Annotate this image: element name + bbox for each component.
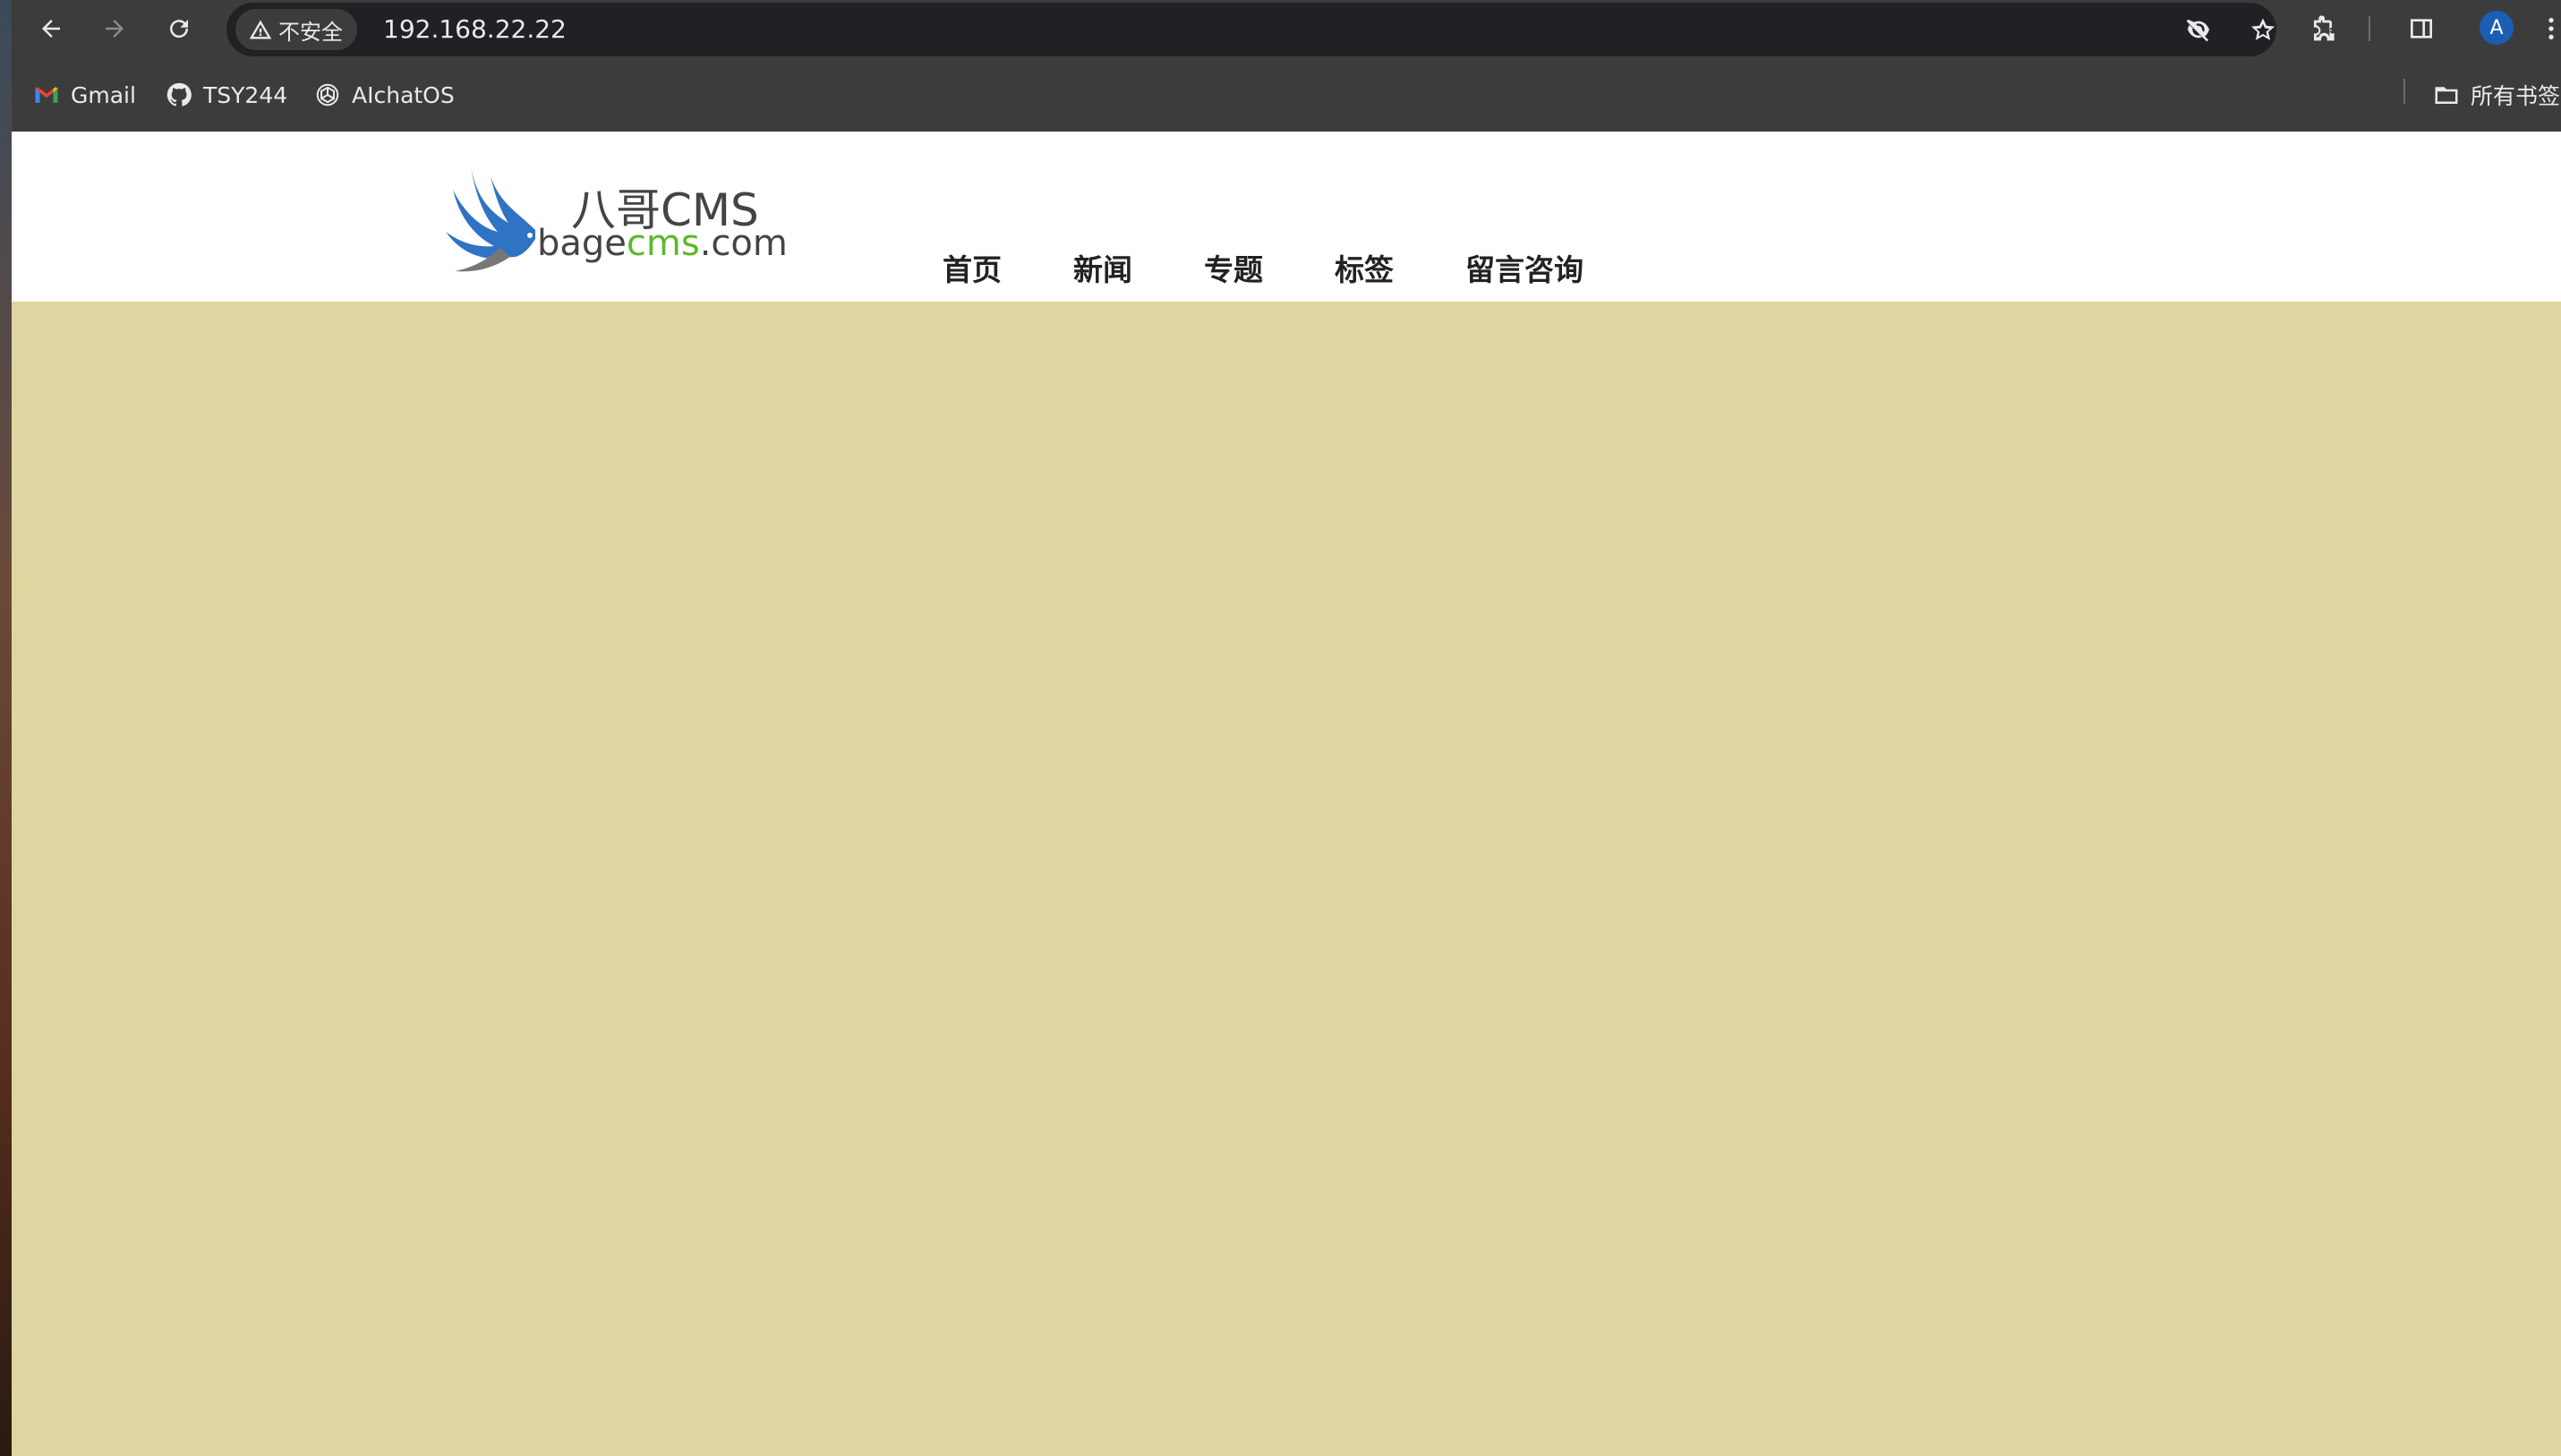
eye-slash-icon bbox=[2186, 19, 2209, 42]
bookmarks-bar: Gmail TSY244 AIchatOS 所有书签 bbox=[12, 57, 2561, 132]
security-label: 不安全 bbox=[278, 19, 343, 45]
reload-button[interactable] bbox=[159, 9, 199, 48]
more-menu-button[interactable] bbox=[2541, 9, 2561, 48]
toolbar-divider bbox=[2369, 16, 2370, 41]
site-logo[interactable]: 八哥CMS bagecms.com bbox=[437, 149, 788, 275]
logo-domain-prefix: bage bbox=[537, 223, 627, 264]
bookmark-label: Gmail bbox=[71, 81, 136, 108]
bookmarks-divider bbox=[2403, 79, 2405, 104]
side-panel-icon bbox=[2411, 19, 2432, 38]
nav-news[interactable]: 新闻 bbox=[1073, 246, 1132, 291]
page-content-area bbox=[12, 302, 2561, 1456]
address-bar[interactable]: 不安全 192.168.22.22 bbox=[226, 3, 2276, 56]
back-icon bbox=[42, 20, 60, 38]
reload-icon bbox=[170, 20, 189, 38]
browser-toolbar: 不安全 192.168.22.22 A bbox=[12, 0, 2561, 57]
bookmark-gmail[interactable]: Gmail bbox=[33, 77, 136, 113]
all-bookmarks-label: 所有书签 bbox=[2471, 83, 2561, 109]
nav-home[interactable]: 首页 bbox=[943, 246, 1002, 291]
profile-avatar[interactable]: A bbox=[2480, 11, 2514, 45]
bookmark-star-button[interactable] bbox=[2245, 12, 2281, 47]
nav-topics[interactable]: 专题 bbox=[1204, 246, 1263, 291]
more-icon bbox=[2548, 18, 2554, 39]
web-page: 八哥CMS bagecms.com 首页 新闻 专题 标签 留言咨询 bbox=[12, 132, 2561, 1456]
bird-logo-icon bbox=[446, 167, 535, 272]
nav-tags[interactable]: 标签 bbox=[1335, 246, 1394, 291]
logo-domain-accent: cms bbox=[626, 223, 700, 264]
browser-chrome: 不安全 192.168.22.22 A Gmail TSY244 AIchatO… bbox=[12, 0, 2561, 132]
logo-domain-suffix: .com bbox=[699, 223, 788, 264]
side-panel-button[interactable] bbox=[2402, 9, 2441, 48]
back-button[interactable] bbox=[31, 9, 71, 48]
all-bookmarks[interactable]: 所有书签 bbox=[2433, 77, 2560, 113]
extensions-icon bbox=[2314, 15, 2335, 41]
logo-domain: bagecms.com bbox=[537, 223, 788, 264]
desktop-edge bbox=[0, 0, 12, 1456]
github-icon bbox=[166, 81, 192, 108]
bookmark-label: AIchatOS bbox=[352, 81, 455, 108]
star-icon bbox=[2250, 18, 2275, 40]
bookmark-tsy244[interactable]: TSY244 bbox=[166, 77, 287, 113]
nav-guestbook[interactable]: 留言咨询 bbox=[1465, 246, 1584, 291]
extensions-button[interactable] bbox=[2305, 9, 2344, 48]
forward-button[interactable] bbox=[95, 9, 134, 48]
gmail-icon bbox=[33, 81, 60, 108]
folder-icon bbox=[2433, 81, 2460, 108]
openai-icon bbox=[314, 81, 341, 108]
site-header: 八哥CMS bagecms.com 首页 新闻 专题 标签 留言咨询 bbox=[12, 132, 2561, 302]
bookmark-aichatos[interactable]: AIchatOS bbox=[314, 77, 455, 113]
security-chip[interactable]: 不安全 bbox=[235, 9, 357, 50]
main-nav: 首页 新闻 专题 标签 留言咨询 bbox=[943, 246, 1655, 291]
bookmark-label: TSY244 bbox=[203, 81, 288, 108]
forward-icon bbox=[106, 20, 124, 38]
warning-icon bbox=[249, 20, 272, 39]
url-text[interactable]: 192.168.22.22 bbox=[383, 3, 567, 56]
eye-slash-button[interactable] bbox=[2181, 12, 2216, 47]
